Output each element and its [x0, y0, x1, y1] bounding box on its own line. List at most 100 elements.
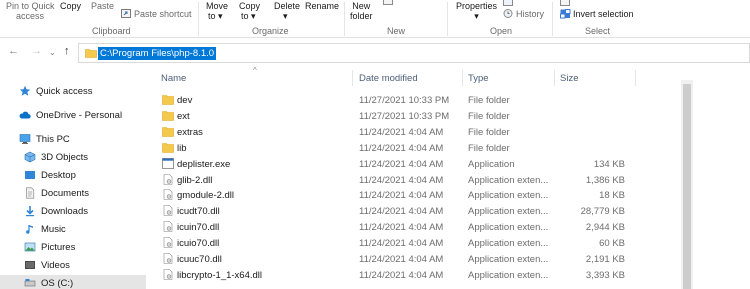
copy-button[interactable]: Copy: [60, 1, 81, 11]
file-name: extras: [177, 126, 203, 138]
copy-label-line2: to: [241, 11, 249, 21]
move-label-line2: to: [208, 11, 216, 21]
file-row[interactable]: deplister.exe 11/24/2021 4:04 AM Applicati…: [146, 156, 736, 172]
dll-file-icon: [163, 189, 173, 201]
file-row[interactable]: icuin70.dll 11/24/2021 4:04 AM Application…: [146, 219, 736, 235]
file-row[interactable]: icuuc70.dll 11/24/2021 4:04 AM Application…: [146, 251, 736, 267]
file-row[interactable]: gmodule-2.dll 11/24/2021 4:04 AM Applicati…: [146, 187, 736, 203]
column-header-size[interactable]: Size: [560, 73, 578, 84]
dll-file-icon: [163, 237, 173, 248]
new-folder-label-line1: New: [352, 1, 371, 11]
file-type: File folder: [468, 95, 510, 106]
ribbon-separator: [344, 2, 345, 36]
column-divider[interactable]: [554, 70, 555, 86]
new-folder-button[interactable]: New folder: [350, 1, 373, 21]
open-group-label: Open: [490, 26, 513, 36]
file-date-modified: 11/27/2021 10:33 PM: [359, 95, 450, 106]
file-size: 2,191 KB: [585, 254, 625, 265]
nav-item-label: Pictures: [41, 241, 76, 253]
pin-to-quick-access-button[interactable]: Pin to Quick access: [6, 1, 55, 21]
copy-to-button[interactable]: Copy to ▾: [239, 1, 260, 21]
file-name: glib-2.dll: [177, 174, 213, 186]
computer-icon: [19, 134, 31, 144]
delete-label: Delete: [274, 1, 301, 11]
nav-item-pictures[interactable]: Pictures: [24, 239, 75, 255]
download-icon: [26, 206, 34, 217]
properties-button[interactable]: Properties ▾: [456, 1, 497, 21]
nav-item-3d-objects[interactable]: 3D Objects: [24, 149, 88, 165]
nav-item-onedrive[interactable]: OneDrive - Personal: [19, 107, 122, 123]
file-row[interactable]: icudt70.dll 11/24/2021 4:04 AM Application…: [146, 203, 736, 219]
move-label-line1: Move: [206, 1, 229, 11]
nav-item-documents[interactable]: Documents: [24, 185, 89, 201]
vertical-scrollbar[interactable]: [681, 80, 693, 289]
file-name: icuio70.dll: [177, 238, 220, 250]
file-row[interactable]: dev 11/27/2021 10:33 PM File folder: [146, 92, 736, 108]
clipboard-group-label: Clipboard: [92, 26, 131, 36]
dll-file-icon: [163, 205, 173, 217]
column-header-type[interactable]: Type: [468, 73, 489, 84]
folder-icon: [162, 95, 174, 105]
open-icon: [503, 0, 513, 6]
nav-item-os-drive[interactable]: OS (C:): [0, 275, 146, 289]
file-row[interactable]: extras 11/24/2021 4:04 AM File folder: [146, 124, 736, 140]
invert-selection-button[interactable]: Invert selection: [573, 9, 634, 19]
nav-item-label: 3D Objects: [41, 151, 88, 163]
address-path[interactable]: C:\Program Files\php-8.1.0: [98, 47, 217, 60]
file-row[interactable]: glib-2.dll 11/24/2021 4:04 AM Application …: [146, 172, 736, 188]
column-header-name[interactable]: Name: [161, 73, 186, 84]
scrollbar-thumb[interactable]: [683, 84, 691, 289]
video-icon: [25, 261, 35, 269]
file-type: File folder: [468, 142, 510, 154]
back-arrow-icon[interactable]: ←: [8, 45, 19, 57]
pin-label-line2: access: [16, 11, 45, 21]
file-row[interactable]: icuio70.dll 11/24/2021 4:04 AM Application…: [146, 235, 736, 251]
file-size: 3,393 KB: [585, 269, 625, 281]
file-date-modified: 11/24/2021 4:04 AM: [359, 269, 444, 281]
invert-selection-icon: [560, 9, 571, 19]
column-divider[interactable]: [462, 70, 463, 86]
file-row[interactable]: ext 11/27/2021 10:33 PM File folder: [146, 108, 736, 124]
file-name: icuuc70.dll: [177, 254, 222, 265]
history-icon: [503, 9, 513, 18]
history-button[interactable]: History: [516, 9, 544, 19]
move-to-button[interactable]: Move to ▾: [206, 1, 228, 21]
file-type: File folder: [468, 110, 510, 122]
star-icon: [19, 85, 31, 96]
nav-item-label: Documents: [41, 187, 90, 199]
file-size: 134 KB: [593, 158, 625, 170]
folder-icon: [85, 49, 97, 58]
nav-item-downloads[interactable]: Downloads: [24, 203, 88, 219]
organize-group-label: Organize: [252, 26, 289, 36]
file-name: dev: [177, 95, 193, 106]
up-arrow-icon[interactable]: ↑: [64, 45, 70, 57]
column-divider[interactable]: [352, 70, 353, 86]
file-row[interactable]: lib 11/24/2021 4:04 AM File folder: [146, 140, 736, 156]
nav-item-label: Quick access: [36, 85, 93, 97]
paste-shortcut-button[interactable]: Paste shortcut: [134, 9, 192, 19]
nav-item-quick-access[interactable]: Quick access: [19, 83, 93, 99]
select-group-label: Select: [585, 26, 611, 36]
address-bar[interactable]: C:\Program Files\php-8.1.0: [78, 43, 750, 63]
rename-button[interactable]: Rename: [305, 1, 339, 11]
ribbon-separator: [552, 2, 553, 36]
file-date-modified: 11/24/2021 4:04 AM: [359, 190, 444, 202]
desktop-icon: [25, 171, 35, 179]
forward-arrow-icon[interactable]: →: [31, 45, 42, 57]
cube-icon: [24, 151, 36, 163]
folder-icon: [162, 142, 174, 153]
nav-item-music[interactable]: Music: [24, 221, 66, 237]
nav-item-desktop[interactable]: Desktop: [24, 167, 76, 183]
file-size: 1,386 KB: [585, 174, 625, 186]
nav-item-this-pc[interactable]: This PC: [19, 131, 70, 147]
ribbon-separator: [198, 2, 199, 36]
column-divider[interactable]: [635, 70, 636, 86]
delete-button[interactable]: Delete ▾: [274, 1, 300, 21]
nav-item-videos[interactable]: Videos: [24, 257, 70, 273]
column-header-date[interactable]: Date modified: [359, 73, 418, 84]
file-row[interactable]: libcrypto-1_1-x64.dll 11/24/2021 4:04 AM A…: [146, 267, 736, 283]
nav-item-label: OS (C:): [41, 277, 74, 289]
recent-locations-chevron-icon[interactable]: ⌄: [49, 48, 56, 57]
paste-button[interactable]: Paste: [91, 1, 114, 11]
file-name: ext: [177, 110, 190, 122]
